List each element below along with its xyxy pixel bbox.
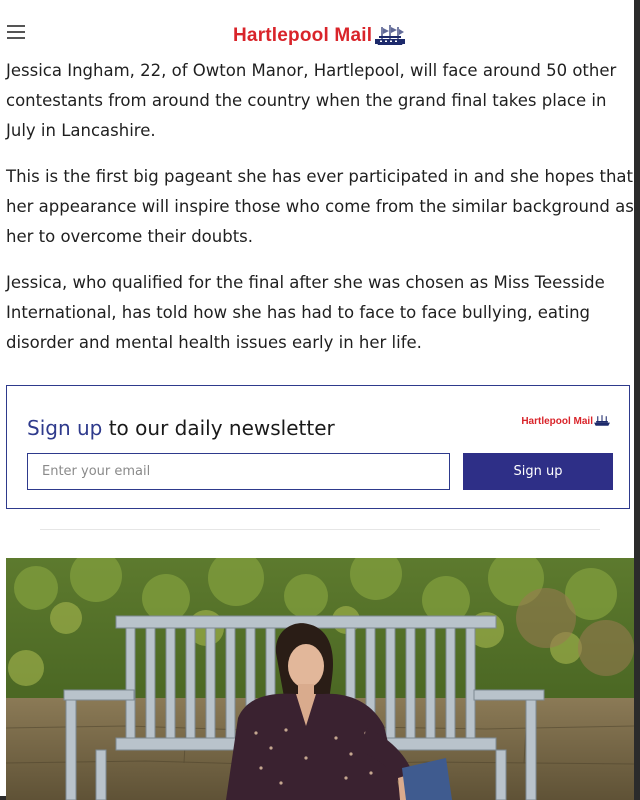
article-paragraph: Jessica Ingham, 22, of Owton Manor, Hart… (6, 61, 617, 140)
email-field[interactable] (27, 453, 450, 490)
newsletter-signup-box: Sign up to our daily newsletter Hartlepo… (6, 385, 630, 509)
article-photo (6, 558, 634, 800)
newsletter-title: Sign up to our daily newsletter (27, 416, 335, 440)
newsletter-logo: Hartlepool Mail (521, 415, 611, 427)
article-paragraph: This is the first big pageant she has ev… (6, 167, 634, 246)
ship-icon (594, 415, 610, 426)
site-logo-text: Hartlepool Mail (233, 25, 373, 46)
hamburger-menu-icon[interactable] (7, 25, 25, 39)
section-divider (40, 529, 600, 530)
newsletter-title-accent: Sign up (27, 416, 103, 440)
viewport-frame-right (634, 0, 640, 800)
ship-icon (375, 25, 406, 45)
newsletter-title-rest: to our daily newsletter (102, 416, 335, 440)
newsletter-signup-button[interactable]: Sign up (463, 453, 613, 490)
newsletter-logo-text: Hartlepool Mail (521, 415, 593, 427)
article-body: Jessica Ingham, 22, of Owton Manor, Hart… (6, 56, 634, 374)
article-paragraph: Jessica, who qualified for the final aft… (6, 273, 605, 352)
site-logo[interactable]: Hartlepool Mail (233, 22, 407, 50)
photo-woman-on-bench (6, 558, 634, 800)
